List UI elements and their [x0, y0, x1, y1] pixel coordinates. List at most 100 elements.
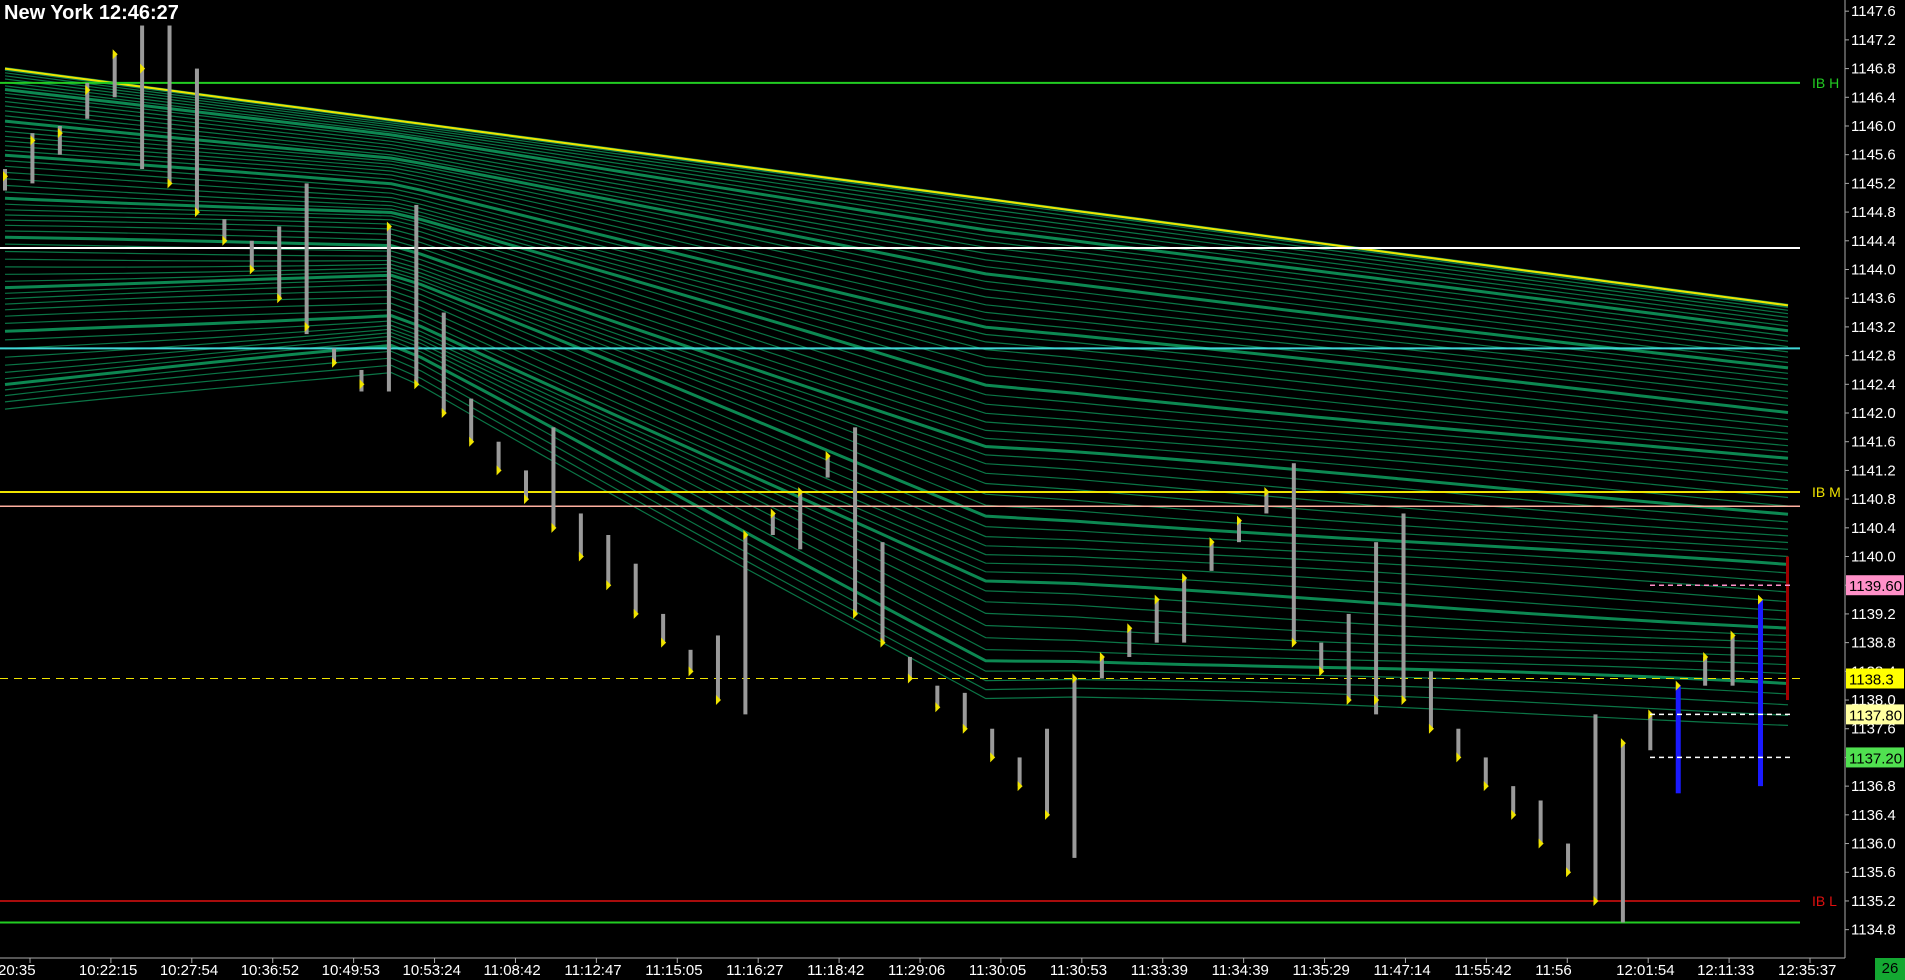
y-tick-label: 1145.6 — [1851, 147, 1896, 164]
y-tick-label: 1146.4 — [1851, 89, 1896, 106]
y-tick-label: 1136.0 — [1851, 836, 1896, 853]
price-bar — [441, 312, 446, 414]
price-bar — [551, 427, 556, 528]
x-tick-label: 10:49:53 — [322, 962, 380, 979]
y-tick-label: 1140.0 — [1851, 549, 1896, 566]
bar-count-badge: 26 — [1875, 958, 1905, 980]
price-label: 1137.80 — [1849, 707, 1902, 724]
price-bar — [414, 204, 419, 385]
fan-curve — [4, 267, 1789, 550]
price-bar — [469, 398, 474, 442]
x-tick-label: 11:55:42 — [1454, 962, 1511, 979]
fan-curve — [4, 69, 1789, 308]
price-bar — [1730, 635, 1735, 686]
fan-curve — [4, 96, 1789, 342]
fan-curve — [4, 184, 1789, 447]
y-tick-label: 1140.4 — [1851, 520, 1896, 537]
price-bar — [1401, 513, 1406, 701]
x-tick-label: 11:30:53 — [1050, 962, 1107, 979]
x-tick-label: 11:18:42 — [807, 962, 864, 979]
price-bar — [1291, 463, 1296, 643]
x-tick-label: 11:15:05 — [645, 962, 702, 979]
price-bar — [853, 427, 858, 614]
price-bar — [880, 542, 885, 643]
price-bar — [1182, 578, 1187, 643]
price-bar — [140, 25, 145, 170]
price-bar — [304, 183, 309, 335]
price-bar — [606, 534, 611, 586]
range-marker — [1786, 556, 1789, 701]
price-bar — [112, 54, 117, 98]
y-tick-label: 1142.0 — [1851, 405, 1896, 422]
x-tick-label: 20:35 — [0, 962, 36, 979]
y-tick-label: 1138.8 — [1851, 635, 1896, 652]
fan-curve — [4, 357, 1789, 706]
chart-title: New York 12:46:27 — [4, 2, 179, 24]
y-tick-label: 1144.8 — [1851, 204, 1896, 221]
y-tick-label: 1146.0 — [1851, 118, 1896, 135]
x-tick-label: 10:27:54 — [160, 962, 218, 979]
y-tick-label: 1144.4 — [1851, 233, 1896, 250]
price-bar — [962, 692, 967, 729]
level-label: IB L — [1812, 893, 1837, 909]
price-bar — [1620, 743, 1625, 923]
price-bar — [743, 534, 748, 715]
price-chart[interactable]: IB H IB M IB L 1147.6 1147.2 1146.8 1146.4 1146… — [0, 0, 1905, 980]
price-bar — [1374, 542, 1379, 715]
x-tick-label: 11:29:06 — [888, 962, 945, 979]
fan-curve — [4, 153, 1789, 414]
price-label: 1139.60 — [1849, 578, 1902, 595]
price-bar — [798, 491, 803, 550]
x-tick-label: 10:36:52 — [241, 962, 299, 979]
fan-curve — [4, 324, 1789, 644]
x-tick-label: 11:30:05 — [969, 962, 1026, 979]
level-label: IB M — [1812, 484, 1841, 500]
y-tick-label: 1147.6 — [1851, 3, 1896, 20]
price-bar — [633, 563, 638, 614]
price-bar — [194, 68, 199, 213]
x-tick-label: 11:56 — [1535, 962, 1571, 979]
price-label: 1138.3 — [1849, 672, 1894, 689]
price-bar — [386, 226, 391, 392]
price-bar — [715, 635, 720, 701]
y-tick-label: 1142.4 — [1851, 376, 1896, 393]
price-bar — [1428, 671, 1433, 729]
price-bar — [1538, 800, 1543, 844]
fan-curve — [4, 178, 1789, 441]
fan-curve — [4, 100, 1789, 348]
x-tick-label: 11:08:42 — [483, 962, 540, 979]
price-bar — [277, 226, 282, 299]
y-tick-label: 1146.8 — [1851, 61, 1896, 78]
y-tick-label: 1135.6 — [1851, 864, 1896, 881]
price-bar — [1346, 613, 1351, 701]
x-tick-label: 11:12:47 — [564, 962, 621, 979]
x-tick-label: 11:34:39 — [1212, 962, 1269, 979]
current-bar — [1675, 685, 1681, 794]
y-tick-label: 1143.6 — [1851, 290, 1896, 307]
y-tick-label: 1145.2 — [1851, 175, 1896, 192]
y-tick-label: 1135.2 — [1851, 893, 1896, 910]
y-tick-label: 1139.2 — [1851, 606, 1896, 623]
y-tick-label: 1141.2 — [1851, 462, 1896, 479]
x-tick-label: 11:16:27 — [726, 962, 783, 979]
y-tick-label: 1147.2 — [1851, 32, 1896, 49]
fan-curve — [4, 278, 1789, 574]
x-tick-label: 12:01:54 — [1616, 962, 1674, 979]
x-tick-label: 11:33:39 — [1131, 962, 1188, 979]
x-tick-label: 12:11:33 — [1697, 962, 1754, 979]
y-tick-label: 1136.4 — [1851, 807, 1896, 824]
x-tick-label: 10:22:15 — [79, 962, 137, 979]
price-bar — [167, 25, 172, 184]
y-tick-label: 1134.8 — [1851, 922, 1896, 939]
price-bar — [1072, 678, 1077, 858]
price-bar — [1648, 714, 1653, 751]
price-bar — [1045, 728, 1050, 815]
y-tick-label: 1142.8 — [1851, 348, 1896, 365]
level-label: IB H — [1812, 75, 1839, 91]
price-bar — [1154, 599, 1159, 643]
price-bar — [1593, 714, 1598, 901]
fan-curve — [4, 284, 1789, 583]
x-tick-label: 11:47:14 — [1373, 962, 1430, 979]
x-tick-label: 11:35:29 — [1293, 962, 1350, 979]
price-bar — [578, 513, 583, 557]
